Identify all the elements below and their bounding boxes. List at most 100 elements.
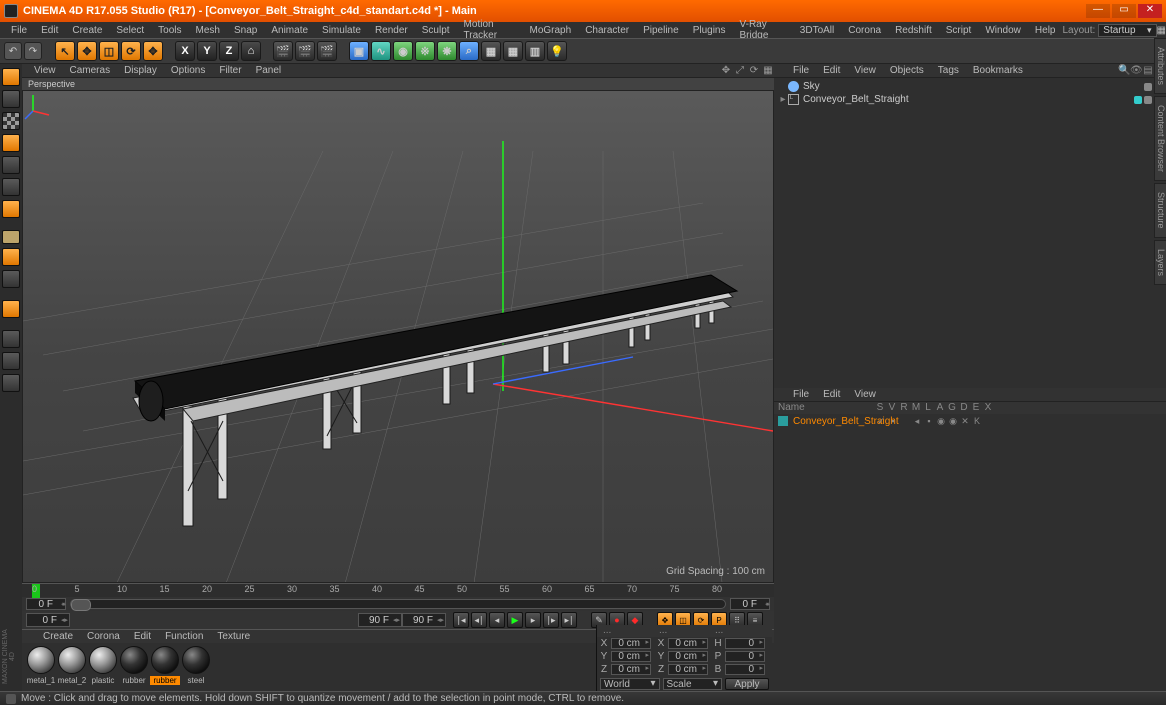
vp-nav-rotate-icon[interactable]: ⟳ bbox=[748, 65, 760, 77]
snap-toggle-button[interactable] bbox=[2, 270, 20, 288]
menu-character[interactable]: Character bbox=[578, 25, 636, 36]
menu-file[interactable]: File bbox=[4, 25, 34, 36]
misc-tool-2[interactable] bbox=[2, 352, 20, 370]
next-key-button[interactable]: ∣▸ bbox=[543, 612, 559, 628]
menu-select[interactable]: Select bbox=[109, 25, 151, 36]
layout-config-icon[interactable]: ▦ bbox=[1157, 25, 1166, 36]
material-slot[interactable]: steel bbox=[181, 646, 211, 685]
range-slider[interactable] bbox=[70, 599, 726, 609]
add-deformer-button[interactable]: ※ bbox=[415, 41, 435, 61]
add-camera-button[interactable]: ⌕ bbox=[459, 41, 479, 61]
range-thumb[interactable] bbox=[71, 599, 91, 611]
add-scene-button[interactable]: ▦ bbox=[503, 41, 523, 61]
viewport-3d[interactable]: Grid Spacing : 100 cm bbox=[22, 90, 774, 583]
lasttool-button[interactable]: ✥ bbox=[143, 41, 163, 61]
scale-tool[interactable]: ◫ bbox=[99, 41, 119, 61]
menu-help[interactable]: Help bbox=[1028, 25, 1063, 36]
layer-flag[interactable]: ▪ bbox=[887, 416, 899, 426]
tab-content-browser[interactable]: Content Browser bbox=[1154, 96, 1166, 181]
menu-sculpt[interactable]: Sculpt bbox=[415, 25, 457, 36]
texture-mode-button[interactable] bbox=[2, 112, 20, 130]
menu-simulate[interactable]: Simulate bbox=[315, 25, 368, 36]
menu-mesh[interactable]: Mesh bbox=[189, 25, 227, 36]
vp-cameras[interactable]: Cameras bbox=[63, 65, 118, 76]
lay-view[interactable]: View bbox=[847, 389, 883, 400]
menu-corona[interactable]: Corona bbox=[841, 25, 888, 36]
mat-texture[interactable]: Texture bbox=[210, 631, 257, 642]
menu-tools[interactable]: Tools bbox=[151, 25, 188, 36]
current-frame-field[interactable]: 0 F bbox=[26, 613, 70, 627]
vp-nav-move-icon[interactable]: ✥ bbox=[720, 65, 732, 77]
material-slot[interactable]: metal_1 bbox=[26, 646, 56, 685]
bulb-icon[interactable]: 💡 bbox=[547, 41, 567, 61]
coord-system-toggle[interactable]: ⌂ bbox=[241, 41, 261, 61]
vp-panel[interactable]: Panel bbox=[249, 65, 289, 76]
menu-edit[interactable]: Edit bbox=[34, 25, 65, 36]
layer-name[interactable]: Conveyor_Belt_Straight bbox=[793, 416, 875, 427]
menu-render[interactable]: Render bbox=[368, 25, 415, 36]
coord-size-field[interactable]: 0 cm bbox=[668, 638, 708, 649]
object-row-sky[interactable]: Sky bbox=[778, 80, 1162, 93]
layer-flag[interactable]: K bbox=[971, 416, 983, 426]
coord-rot-field[interactable]: 0 bbox=[725, 651, 765, 662]
layer-dot[interactable] bbox=[1134, 96, 1142, 104]
layer-flag[interactable]: ✓ bbox=[875, 416, 887, 427]
viewport-solo-button[interactable] bbox=[2, 248, 20, 266]
obj-view[interactable]: View bbox=[847, 65, 883, 76]
layer-flag[interactable]: ▪ bbox=[923, 416, 935, 426]
redo-button[interactable]: ↷ bbox=[24, 42, 42, 60]
move-tool[interactable]: ✥ bbox=[77, 41, 97, 61]
menu-animate[interactable]: Animate bbox=[264, 25, 315, 36]
timeline-ruler[interactable]: 05101520253035404550556065707580 bbox=[22, 583, 774, 597]
coord-pos-field[interactable]: 0 cm bbox=[611, 664, 651, 675]
coord-system-select[interactable]: World bbox=[600, 678, 660, 690]
mat-corona[interactable]: Corona bbox=[80, 631, 127, 642]
axis-z-toggle[interactable]: Z bbox=[219, 41, 239, 61]
points-mode-button[interactable] bbox=[2, 156, 20, 174]
add-primitive-button[interactable]: ▣ bbox=[349, 41, 369, 61]
obj-eye-icon[interactable]: 👁 bbox=[1130, 65, 1142, 76]
vp-view[interactable]: View bbox=[27, 65, 63, 76]
layer-flag[interactable]: ✕ bbox=[959, 416, 971, 427]
axis-x-toggle[interactable]: X bbox=[175, 41, 195, 61]
obj-edit[interactable]: Edit bbox=[816, 65, 847, 76]
add-environment-button[interactable]: ❋ bbox=[437, 41, 457, 61]
obj-filter-icon[interactable]: ▤ bbox=[1142, 65, 1154, 76]
material-slot[interactable]: plastic bbox=[88, 646, 118, 685]
coord-size-field[interactable]: 0 cm bbox=[668, 664, 708, 675]
coord-apply-button[interactable]: Apply bbox=[725, 678, 769, 690]
coord-rot-field[interactable]: 0 bbox=[725, 664, 765, 675]
obj-bookmarks[interactable]: Bookmarks bbox=[966, 65, 1030, 76]
render-settings-button[interactable]: 🎬 bbox=[317, 41, 337, 61]
prev-frame-button[interactable]: ◂ bbox=[489, 612, 505, 628]
tab-structure[interactable]: Structure bbox=[1154, 183, 1166, 238]
add-tag-button[interactable]: ▥ bbox=[525, 41, 545, 61]
tab-attributes[interactable]: Attributes bbox=[1154, 38, 1166, 94]
rotate-tool[interactable]: ⟳ bbox=[121, 41, 141, 61]
vp-options[interactable]: Options bbox=[164, 65, 212, 76]
layer-flag[interactable]: ◂ bbox=[911, 416, 923, 427]
misc-tool-3[interactable] bbox=[2, 374, 20, 392]
menu-script[interactable]: Script bbox=[939, 25, 979, 36]
prev-key-button[interactable]: ◂∣ bbox=[471, 612, 487, 628]
object-name[interactable]: Sky bbox=[803, 81, 1144, 92]
vp-filter[interactable]: Filter bbox=[212, 65, 248, 76]
obj-search-icon[interactable]: 🔍 bbox=[1118, 65, 1130, 76]
expand-icon[interactable]: ▸ bbox=[778, 94, 788, 105]
goto-start-button[interactable]: ∣◂ bbox=[453, 612, 469, 628]
end-frame-field[interactable]: 90 F bbox=[358, 613, 402, 627]
menu-pipeline[interactable]: Pipeline bbox=[636, 25, 686, 36]
coord-pos-field[interactable]: 0 cm bbox=[611, 651, 651, 662]
vp-display[interactable]: Display bbox=[117, 65, 164, 76]
total-frames-field[interactable]: 90 F bbox=[402, 613, 446, 627]
add-spline-button[interactable]: ∿ bbox=[371, 41, 391, 61]
lay-file[interactable]: File bbox=[786, 389, 816, 400]
axis-y-toggle[interactable]: Y bbox=[197, 41, 217, 61]
layer-color-swatch[interactable] bbox=[778, 416, 788, 426]
polys-mode-button[interactable] bbox=[2, 200, 20, 218]
next-frame-button[interactable]: ▸ bbox=[525, 612, 541, 628]
menu-3dtoall[interactable]: 3DToAll bbox=[793, 25, 841, 36]
vis-dot[interactable] bbox=[1144, 83, 1152, 91]
axis-tool-button[interactable] bbox=[2, 230, 20, 244]
coord-mode-select[interactable]: Scale bbox=[663, 678, 723, 690]
